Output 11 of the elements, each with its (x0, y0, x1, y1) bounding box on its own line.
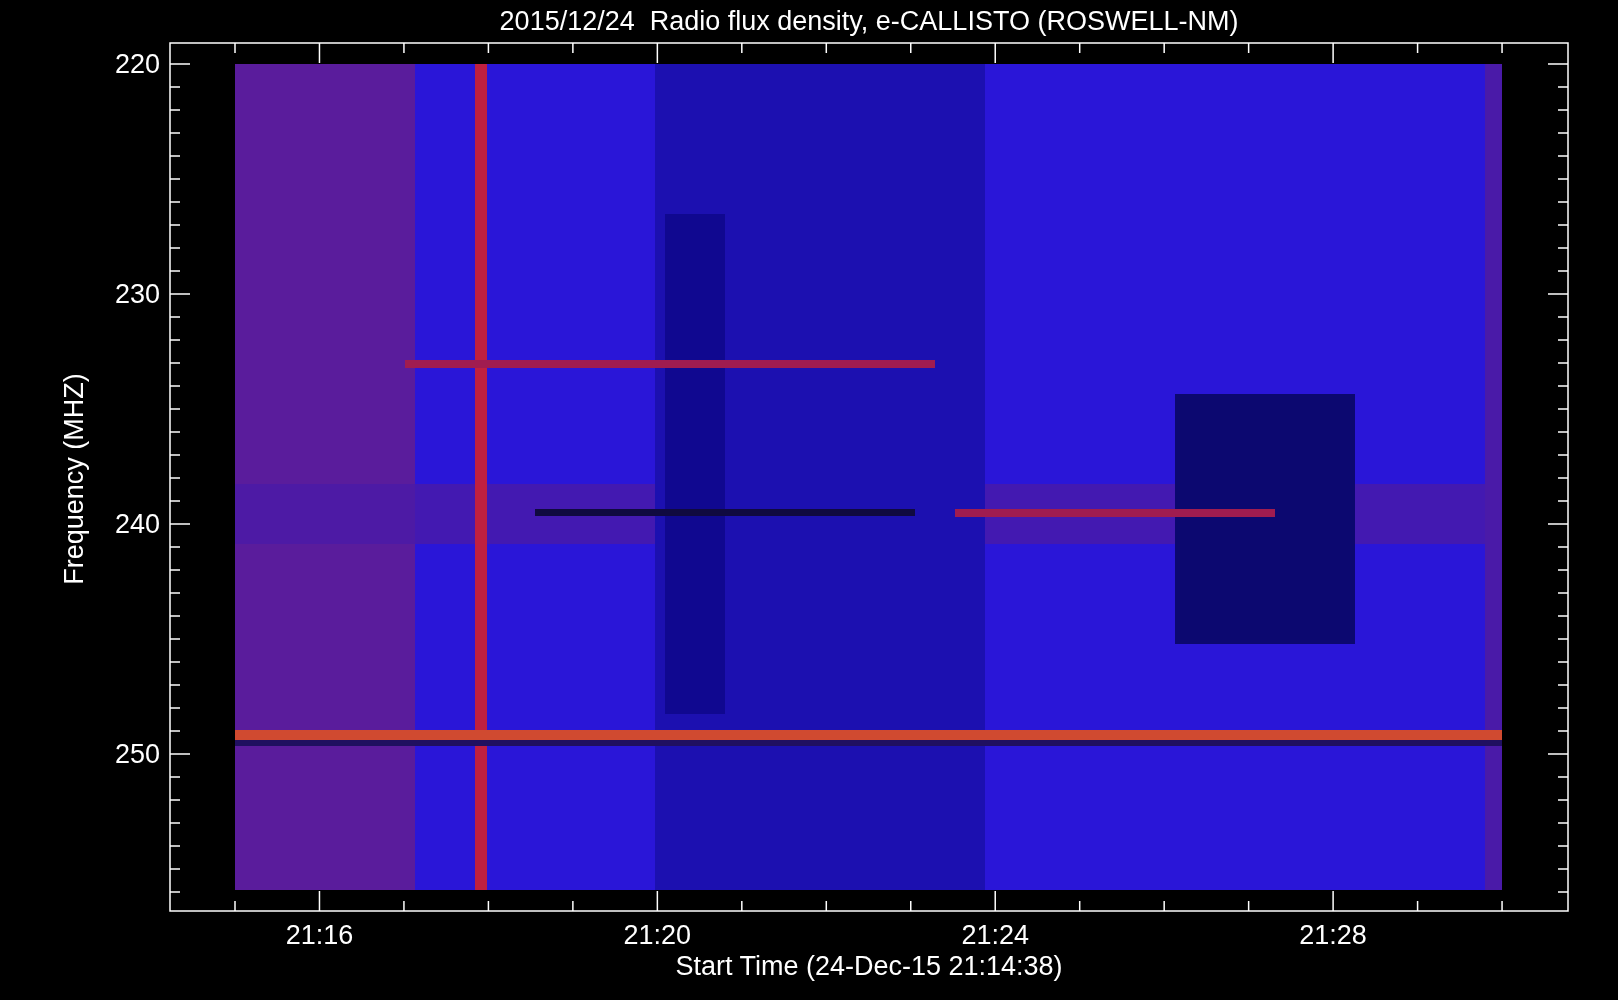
x-tick-label: 21:20 (623, 920, 692, 950)
y-tick-label: 230 (114, 279, 160, 309)
y-tick-label: 250 (114, 739, 160, 769)
y-tick-label: 240 (114, 509, 160, 539)
y-axis-label: Frequency (MHZ) (59, 373, 89, 585)
y-tick-label: 220 (114, 49, 160, 79)
x-axis-label: Start Time (24-Dec-15 21:14:38) (675, 951, 1063, 981)
x-tick-label: 21:24 (961, 920, 1029, 950)
x-tick-label: 21:16 (285, 920, 354, 950)
x-tick-label: 21:28 (1299, 920, 1367, 950)
chart-title: 2015/12/24 Radio flux density, e-CALLISTO (ROSWELL-NM) (499, 6, 1239, 36)
